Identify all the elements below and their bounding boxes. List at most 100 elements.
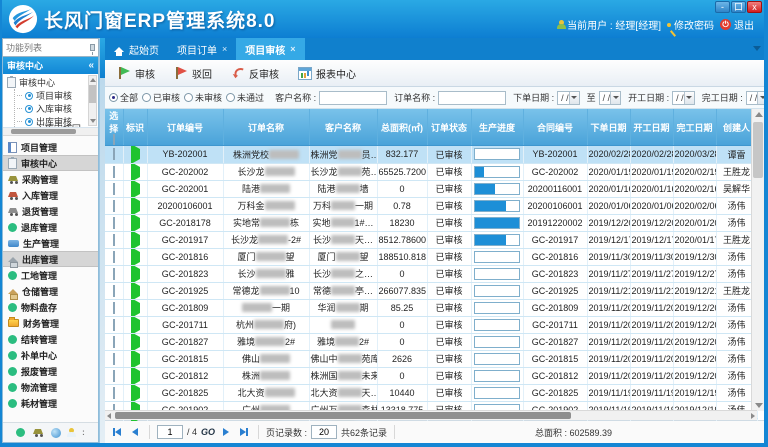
row-checkbox[interactable] [113,234,115,246]
more-icon[interactable]: : [82,428,85,437]
close-tab-icon[interactable]: × [290,44,295,54]
scroll-up-icon[interactable] [755,112,763,117]
row-checkbox[interactable] [113,336,115,348]
calendar-dropdown-icon[interactable] [610,92,620,104]
radio-未通过[interactable]: 未通过 [226,91,264,104]
finish-date-picker[interactable]: / / [746,91,764,105]
calendar-dropdown-icon[interactable] [684,92,694,104]
sidebar-module-审核中心[interactable]: 审核中心 [3,155,98,171]
table-row-GC-201815[interactable]: GC-201815佛山佛山中苑库2626已审核GC-2018152019/11/… [105,350,757,367]
tab-overflow-icon[interactable] [753,46,761,51]
table-row-GC-2018178[interactable]: GC-2018178实地常栋实地1#…18230已审核2019122000220… [105,214,757,231]
radio-全部[interactable]: 全部 [109,91,138,104]
grid-horizontal-scrollbar[interactable] [105,410,757,420]
radio-已审核[interactable]: 已审核 [142,91,180,104]
table-row-GC-201812[interactable]: GC-201812株洲株洲国未来0已审核GC-2018122019/11/202… [105,367,757,384]
order-name-input[interactable] [438,91,506,105]
tab-项目订单[interactable]: 项目订单× [168,38,236,60]
sidebar-module-退货管理[interactable]: 退货管理 [3,203,98,219]
globe-icon[interactable] [51,428,61,438]
table-row-YB-202001[interactable]: YB-202001株洲党校株洲党员…832.177已审核YB-202001202… [105,146,757,163]
grid-vertical-scrollbar[interactable] [751,109,764,411]
minimize-button[interactable]: - [715,1,730,13]
sidebar-module-退库管理[interactable]: 退库管理 [3,219,98,235]
collapse-panel-icon[interactable]: « [88,60,94,71]
sidebar-module-入库管理[interactable]: 入库管理 [3,187,98,203]
sidebar-module-出库管理[interactable]: 出库管理 [3,251,98,267]
报表中心-button[interactable]: 报表中心 [292,62,365,85]
column-header-选择[interactable]: 选择 [105,109,123,146]
calendar-dropdown-icon[interactable] [569,92,579,104]
column-header-生产进度[interactable]: 生产进度 [471,109,523,146]
radio-未审核[interactable]: 未审核 [184,91,222,104]
customer-name-input[interactable] [319,91,387,105]
审核-button[interactable]: 审核 [111,62,164,85]
last-page-button[interactable] [237,425,251,439]
page-size-input[interactable] [311,425,337,439]
close-button[interactable]: x [747,1,762,13]
start-date-picker[interactable]: / / [672,91,695,105]
person-icon[interactable] [69,428,74,433]
row-checkbox[interactable] [113,268,115,280]
table-row-GC-201809[interactable]: GC-201809一期华润期85.25已审核GC-2018092019/11/2… [105,299,757,316]
sidebar-module-工地管理[interactable]: 工地管理 [3,267,98,283]
function-list-search[interactable]: 功能列表 [2,38,99,57]
sidebar-module-结转管理[interactable]: 结转管理 [3,331,98,347]
row-checkbox[interactable] [113,183,115,195]
calendar-dropdown-icon[interactable] [757,92,764,104]
sidebar-module-报废管理[interactable]: 报废管理 [3,363,98,379]
sidebar-module-仓储管理[interactable]: 仓储管理 [3,283,98,299]
column-header-下单日期[interactable]: 下单日期 [587,109,630,146]
tree-root-item[interactable]: 审核中心 [7,76,88,89]
tree-item-入库审核[interactable]: 入库审核 [15,102,88,115]
page-number-input[interactable] [157,425,183,439]
column-header-订单状态[interactable]: 订单状态 [427,109,471,146]
row-checkbox[interactable] [113,302,115,314]
驳回-button[interactable]: 驳回 [168,62,221,85]
change-password-button[interactable]: 修改密码 [667,17,714,32]
sidebar-module-财务管理[interactable]: 财务管理 [3,315,98,331]
row-checkbox[interactable] [113,148,115,160]
tree-item-项目审核[interactable]: 项目审核 [15,89,88,102]
table-row-GC-201711[interactable]: GC-201711杭州府)0已审核GC-2017112019/11/202019… [105,316,757,333]
go-button[interactable]: GO [201,427,215,437]
row-checkbox[interactable] [113,319,115,331]
column-header-合同编号[interactable]: 合同编号 [523,109,587,146]
sidebar-module-项目管理[interactable]: 项目管理 [3,139,98,155]
table-row-GC-201925[interactable]: GC-201925常德龙10常德亭…266077.835…已审核GC-20192… [105,282,757,299]
first-page-button[interactable] [110,425,124,439]
row-checkbox[interactable] [113,285,115,297]
row-checkbox[interactable] [113,251,115,263]
tab-起始页[interactable]: 起始页 [105,38,168,60]
table-row-GC-201823[interactable]: GC-201823长沙雅长沙之…0已审核GC-2018232019/11/272… [105,265,757,282]
table-row-GC-201917[interactable]: GC-201917长沙龙-2#长沙天…8512.78600…已审核GC-2019… [105,231,757,248]
maximize-button[interactable]: 口 [731,1,746,13]
sidebar-module-物料盘存[interactable]: 物料盘存 [3,299,98,315]
column-header-开工日期[interactable]: 开工日期 [630,109,673,146]
table-row-GC-202001[interactable]: GC-202001陆港陆港墙0已审核202001160012020/01/162… [105,180,757,197]
row-checkbox[interactable] [113,353,115,365]
green-dot-icon[interactable] [16,428,25,437]
row-checkbox[interactable] [113,166,115,178]
column-header-订单名称[interactable]: 订单名称 [223,109,309,146]
sidebar-module-耗材管理[interactable]: 耗材管理 [3,395,98,411]
order-date-to-picker[interactable]: / / [599,91,622,105]
logout-button[interactable]: ⏻ 退出 [720,17,754,32]
tree-horizontal-scrollbar[interactable] [3,128,98,136]
scroll-right-icon[interactable] [751,413,755,419]
反审核-button[interactable]: 反审核 [225,62,288,85]
scroll-left-icon[interactable] [107,413,111,419]
sidebar-module-物流管理[interactable]: 物流管理 [3,379,98,395]
scroll-down-icon[interactable] [755,403,763,408]
column-header-客户名称[interactable]: 客户名称 [309,109,377,146]
tab-项目审核[interactable]: 项目审核× [236,38,304,60]
table-row-20200106001[interactable]: 20200106001万科金万科一期0.78已审核202001060012020… [105,197,757,214]
row-checkbox[interactable] [113,370,115,382]
select-all-checkbox[interactable] [113,134,115,146]
sidebar-module-补单中心[interactable]: 补单中心 [3,347,98,363]
table-row-GC-202002[interactable]: GC-202002长沙龙长沙龙苑…65525.7200…已审核GC-202002… [105,163,757,180]
table-row-GC-201816[interactable]: GC-201816厦门望厦门望188510.818已审核GC-201816201… [105,248,757,265]
sidebar-module-采购管理[interactable]: 采购管理 [3,171,98,187]
column-header-完工日期[interactable]: 完工日期 [673,109,716,146]
tree-scroll-thumb[interactable] [89,85,96,103]
